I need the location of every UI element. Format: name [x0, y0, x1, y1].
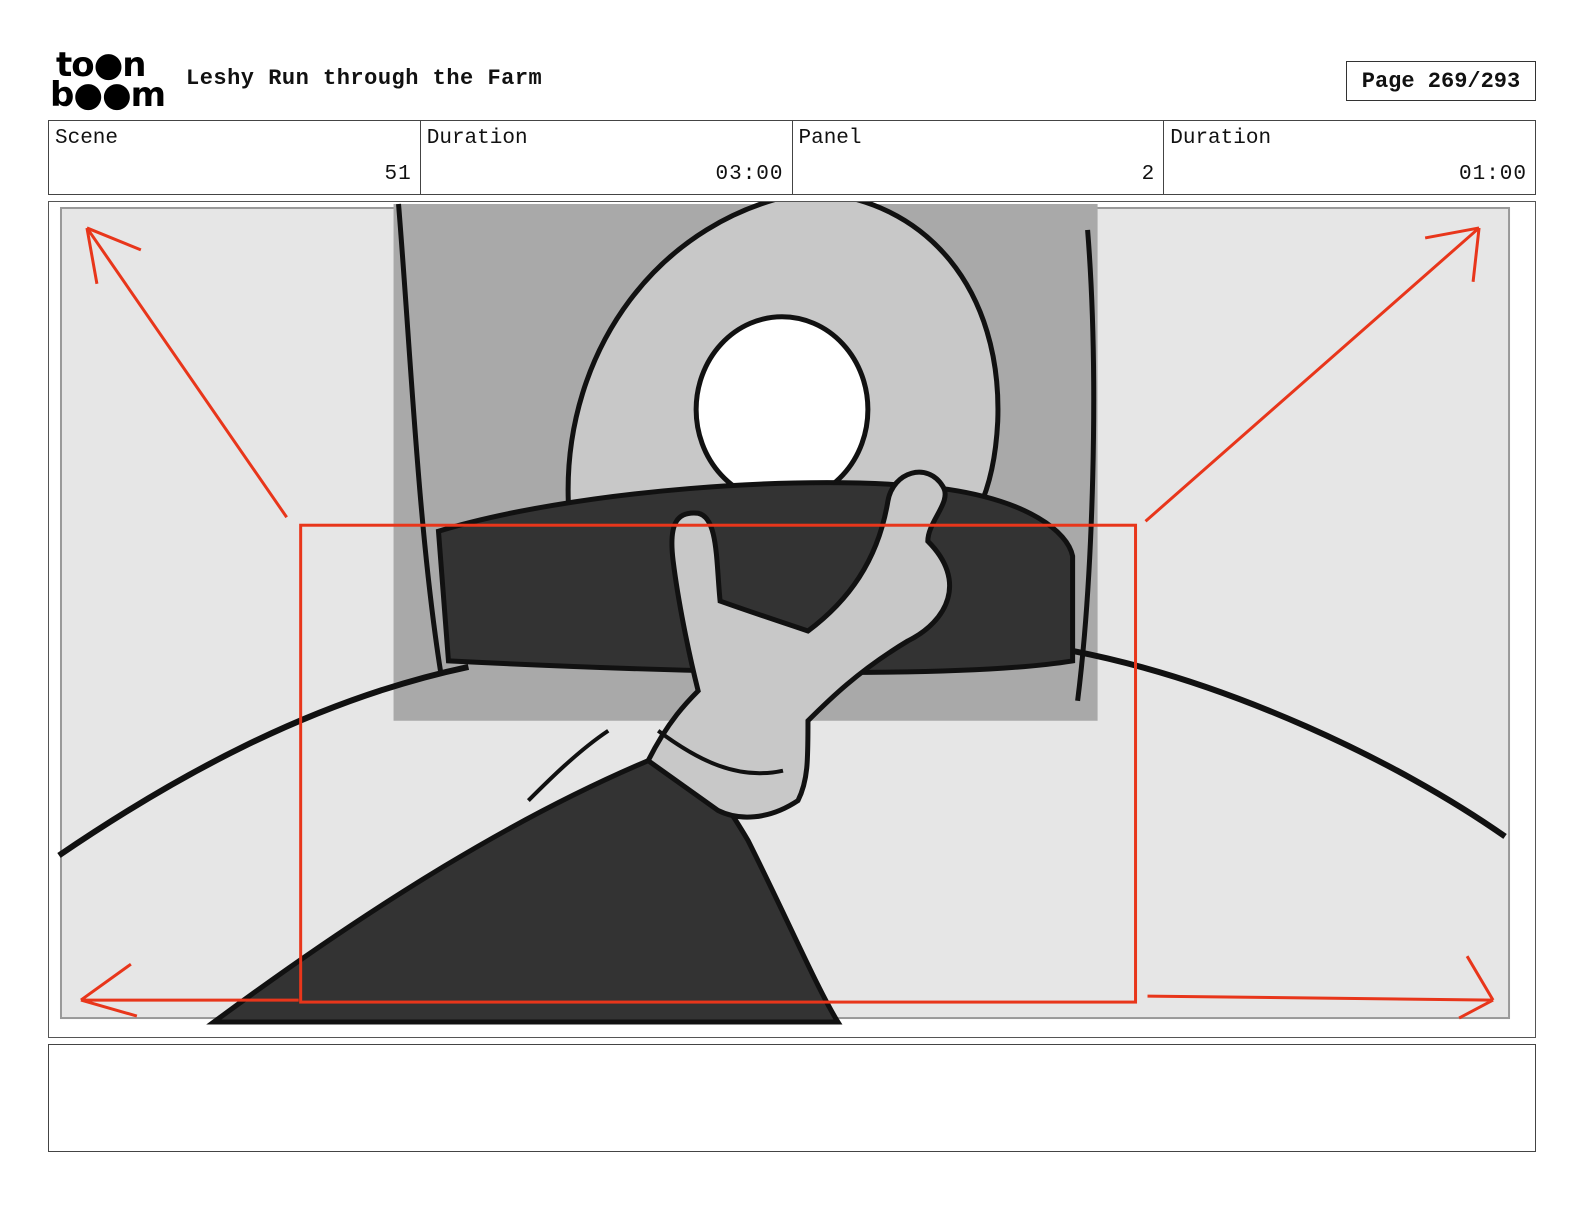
panel-duration-value: 01:00 — [1458, 163, 1527, 186]
panel-value: 2 — [1141, 163, 1156, 186]
page-indicator: Page 269/293 — [1346, 61, 1536, 101]
scene-label: Scene — [55, 127, 119, 150]
scene-value: 51 — [384, 163, 412, 186]
storyboard-panel — [48, 201, 1536, 1038]
scene-duration-cell: Duration 03:00 — [421, 121, 793, 194]
panel-notes-box — [48, 1044, 1536, 1152]
scene-duration-label: Duration — [426, 127, 528, 150]
panel-cell: Panel 2 — [793, 121, 1165, 194]
panel-drawing — [57, 202, 1511, 1025]
scene-duration-value: 03:00 — [715, 163, 784, 186]
panel-duration-label: Duration — [1170, 127, 1272, 150]
storyboard-title: Leshy Run through the Farm — [186, 66, 543, 91]
panel-label: Panel — [798, 127, 862, 150]
logo-text-bottom: b●●m — [50, 75, 166, 115]
scene-cell: Scene 51 — [49, 121, 421, 194]
panel-duration-cell: Duration 01:00 — [1164, 121, 1535, 194]
scene-info-bar: Scene 51 Duration 03:00 Panel 2 Duration… — [48, 120, 1536, 195]
bright-light — [693, 314, 871, 505]
toonboom-logo: to●n b●●m — [50, 48, 168, 115]
